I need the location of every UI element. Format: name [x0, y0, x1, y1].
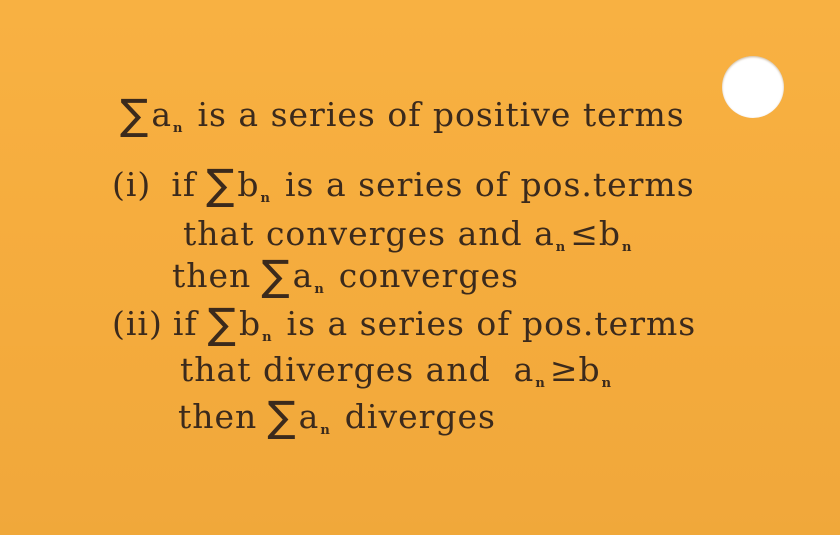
- subscript-n: n: [260, 191, 271, 206]
- case-two-line: (ii) if ∑bn is a series of pos.terms: [112, 303, 696, 345]
- conclusion-text: converges: [338, 256, 519, 295]
- subscript-n: n: [535, 376, 546, 391]
- sigma-symbol: ∑: [207, 299, 237, 348]
- condition-text: that diverges and a: [180, 350, 535, 389]
- case-two-condition: that diverges and an ≥bn: [180, 353, 616, 390]
- case-one-condition: that converges and an ≤bn: [183, 217, 636, 254]
- subscript-n: n: [320, 423, 331, 438]
- case-one-if: if: [171, 165, 197, 204]
- series-variable: b: [237, 165, 260, 204]
- subscript-n: n: [622, 240, 633, 255]
- sigma-symbol: ∑: [206, 160, 236, 209]
- case-one-line: (i) if ∑bn is a series of pos.terms: [112, 164, 695, 206]
- case-two-conclusion: then ∑an diverges: [178, 396, 496, 438]
- conclusion-then: then: [178, 397, 258, 436]
- subscript-n: n: [601, 376, 613, 391]
- conclusion-then: then: [172, 256, 252, 295]
- punch-hole: [722, 56, 784, 118]
- case-two-text: is a series of pos.terms: [286, 304, 697, 343]
- sigma-symbol: ∑: [267, 392, 297, 441]
- condition-text: that converges and a: [183, 214, 555, 253]
- sigma-symbol: ∑: [261, 251, 291, 300]
- subscript-n: n: [314, 282, 325, 297]
- definition-text: is a series of positive terms: [197, 95, 685, 134]
- case-two-if: if: [172, 304, 198, 343]
- sigma-symbol: ∑: [120, 90, 150, 139]
- subscript-n: n: [262, 330, 273, 345]
- subscript-n: n: [555, 240, 567, 255]
- relation-text: ≤b: [570, 214, 622, 253]
- series-variable: a: [292, 256, 314, 295]
- conclusion-text: diverges: [344, 397, 496, 436]
- subscript-n: n: [173, 121, 184, 136]
- case-one-label: (i): [112, 165, 152, 204]
- series-variable: a: [298, 397, 320, 436]
- case-two-label: (ii): [112, 304, 163, 343]
- series-variable: b: [238, 304, 262, 343]
- relation-text: ≥b: [549, 350, 601, 389]
- case-one-conclusion: then ∑an converges: [172, 255, 519, 297]
- series-variable: a: [151, 95, 172, 134]
- flash-card: ∑an is a series of positive terms (i) if ∑b…: [0, 0, 840, 535]
- definition-line: ∑an is a series of positive terms: [120, 94, 685, 136]
- case-one-text: is a series of pos.terms: [284, 165, 695, 204]
